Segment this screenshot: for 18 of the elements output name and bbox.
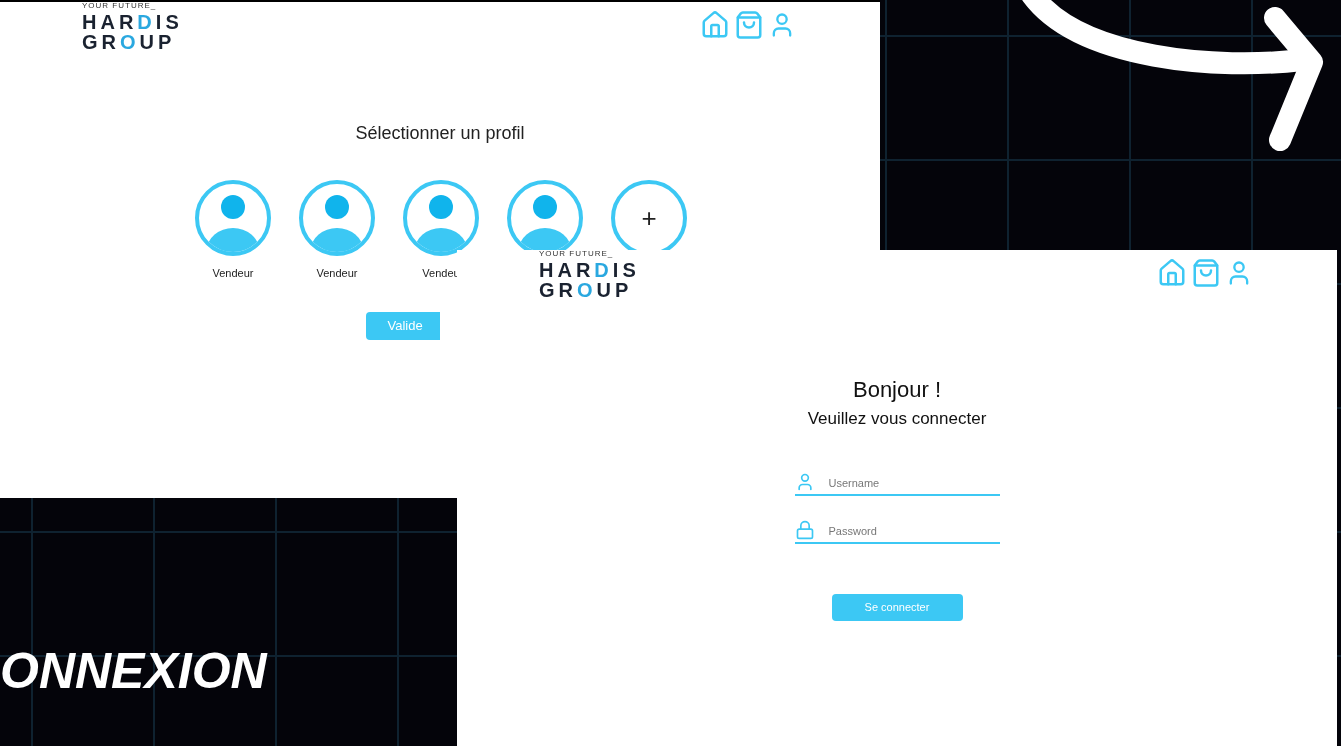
home-icon[interactable] (700, 10, 730, 40)
shopping-bag-icon[interactable] (1191, 258, 1221, 288)
login-subtitle: Veuillez vous connecter (807, 408, 987, 430)
greeting-heading: Bonjour ! (852, 376, 942, 404)
password-field[interactable]: Password (828, 523, 979, 540)
logo-tagline: YOUR FUTURE_ (82, 2, 157, 10)
profile-label: Vendeur (316, 266, 358, 281)
section-caption: ONNEXION (0, 646, 267, 696)
padlock-icon (794, 519, 815, 540)
username-field[interactable]: Username (828, 475, 979, 492)
logo-tagline: YOUR FUTURE_ (539, 250, 614, 258)
screen-title: Sélectionner un profil (355, 122, 525, 145)
login-button[interactable]: Se connecter (831, 593, 963, 621)
add-profile-button[interactable]: + (611, 180, 687, 250)
validate-button[interactable]: Valide (365, 311, 440, 340)
home-icon[interactable] (1157, 258, 1187, 288)
shopping-bag-icon[interactable] (734, 10, 764, 40)
profile-label: Vendeur (212, 266, 254, 281)
